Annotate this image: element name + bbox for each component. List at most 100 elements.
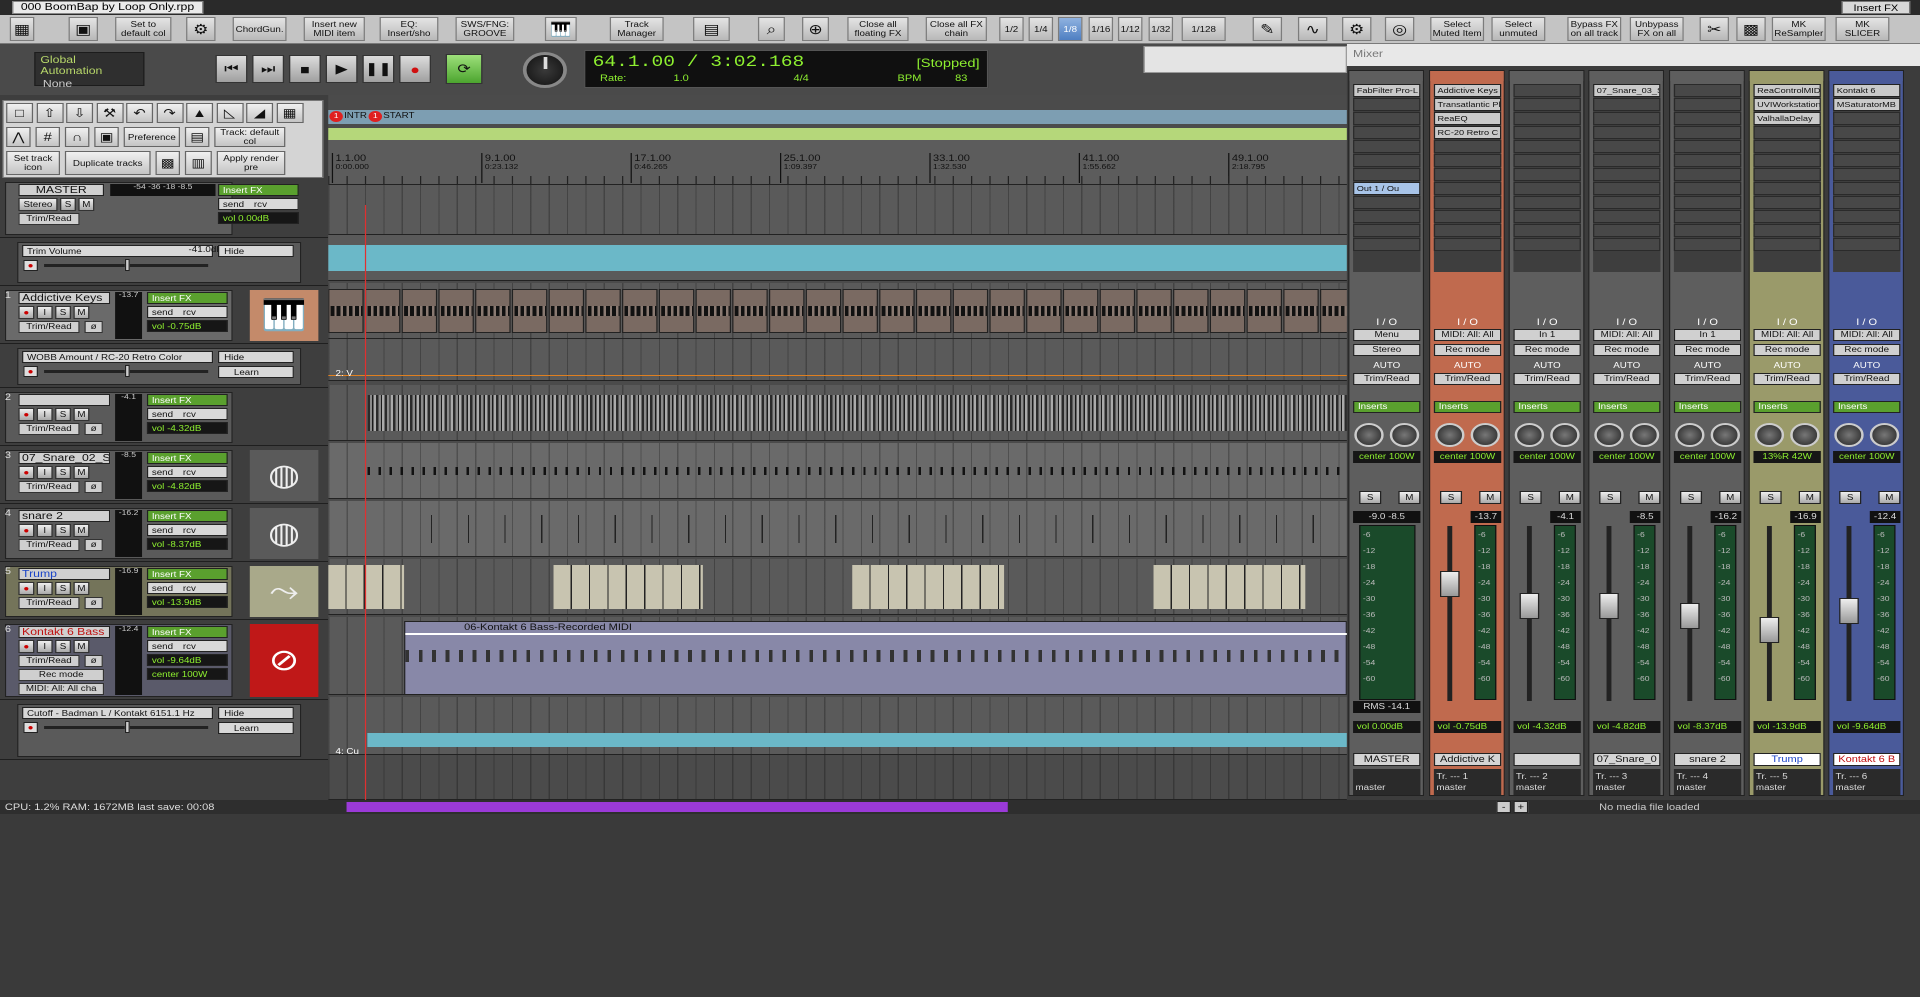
pan-knob[interactable]	[1754, 423, 1785, 447]
send-button[interactable]: send	[152, 526, 173, 535]
inserts-button[interactable]: Inserts	[1593, 401, 1661, 413]
track-lane-2[interactable]	[328, 385, 1347, 441]
peak-readout[interactable]: -4.1	[1550, 511, 1581, 523]
pan-knob[interactable]	[1435, 423, 1465, 447]
render-button[interactable]: ▥	[184, 151, 212, 175]
toolbar-button-19[interactable]: 1/12	[1117, 17, 1143, 41]
envelope-lane-header[interactable]: Cutoff - Badman L / Kontakt 6151.1 Hz Hid…	[0, 702, 329, 760]
zoom-tool-button[interactable]: ⌕	[757, 17, 785, 41]
envelope-arm-button[interactable]: ●	[23, 260, 38, 271]
volume-readout[interactable]: vol -8.37dB	[1673, 721, 1742, 733]
insert-fx-button[interactable]: Insert FX	[146, 394, 228, 406]
insert-fx-button[interactable]: Insert FX	[146, 292, 228, 304]
peak-readout[interactable]: -9.0 -8.5	[1353, 511, 1421, 523]
toolbar-button-21[interactable]: 1/128	[1181, 17, 1226, 41]
fx-slot-empty[interactable]	[1513, 126, 1581, 139]
envelope-learn-button[interactable]: Learn	[217, 722, 294, 734]
bpm-value[interactable]: 83	[955, 73, 967, 83]
fx-slot-empty[interactable]	[1433, 210, 1502, 223]
peak-readout[interactable]: -16.9	[1790, 511, 1821, 523]
fx-slot-empty[interactable]	[1753, 210, 1821, 223]
midi-item[interactable]	[732, 289, 768, 333]
fx-slot-empty[interactable]	[1833, 154, 1901, 167]
fx-slot-empty[interactable]	[1353, 140, 1421, 153]
fx-slot-empty[interactable]	[1833, 140, 1901, 153]
fx-slot-empty[interactable]	[1433, 140, 1502, 153]
volume-fader[interactable]: vol -8.37dB	[146, 538, 228, 550]
automation-mode[interactable]: Trim/Read	[18, 539, 80, 551]
lamp-tool-button[interactable]: ◎	[1384, 17, 1415, 41]
mute-button[interactable]: M	[1798, 491, 1821, 504]
inserts-button[interactable]: Inserts	[1833, 401, 1901, 413]
snap-button[interactable]: ◢	[246, 103, 274, 123]
phase-button[interactable]: ø	[84, 655, 103, 667]
insert-fx-button[interactable]: Insert FX	[217, 184, 299, 196]
width-knob[interactable]	[1629, 423, 1660, 447]
phase-button[interactable]: ø	[84, 423, 103, 435]
color-tool-button[interactable]: ▣	[68, 17, 98, 41]
fx-slot-empty[interactable]	[1593, 224, 1661, 237]
fx-slot-empty[interactable]	[1353, 168, 1421, 181]
master-track[interactable]: MASTER -54 -36 -18 -8.5 Stereo S M Trim/Read I…	[0, 180, 329, 238]
mute-button[interactable]: M	[1479, 491, 1502, 504]
track-name[interactable]: Kontakt 6 Bass	[18, 626, 111, 638]
zoom-in-button[interactable]: +	[1513, 801, 1529, 813]
fx-slot-empty[interactable]	[1593, 210, 1661, 223]
fx-slot-empty[interactable]	[1673, 98, 1742, 111]
rec-mode-select[interactable]: Rec mode	[18, 669, 105, 681]
phase-button[interactable]: ø	[84, 321, 103, 333]
width-knob[interactable]	[1550, 423, 1580, 447]
marker-start[interactable]: 1 START	[368, 111, 414, 122]
volume-fader-knob[interactable]	[1440, 571, 1460, 597]
automation-mode[interactable]: Trim/Read	[1353, 373, 1421, 385]
routing-box[interactable]: Tr. --- 2 master	[1513, 769, 1581, 795]
fx-slot-empty[interactable]	[1833, 112, 1901, 125]
grid2-button[interactable]: #	[35, 127, 61, 147]
midi-item[interactable]	[842, 289, 878, 333]
fx-slot-empty[interactable]	[1593, 168, 1661, 181]
fx-list[interactable]: Addictive Keys Transatlantic Pl ReaEQ RC-20…	[1433, 84, 1502, 272]
send-rcv[interactable]: send rcv	[146, 306, 228, 318]
envelope-hide-button[interactable]: Hide	[217, 707, 294, 719]
track-lane-trump[interactable]	[328, 559, 1347, 615]
track-header[interactable]: 5 Trump -16.9 ● I S M Trim/Read ø Insert FX send rc…	[0, 564, 329, 620]
fx-list[interactable]	[1673, 84, 1742, 272]
width-knob[interactable]	[1869, 423, 1900, 447]
fx-slot-empty[interactable]	[1833, 126, 1901, 139]
go-end-button[interactable]: ⏭	[252, 55, 285, 83]
redo-button[interactable]: ↷	[156, 103, 184, 123]
fx-slot-empty[interactable]	[1673, 224, 1742, 237]
receive-button[interactable]: rcv	[254, 200, 267, 209]
solo-button[interactable]: S	[1519, 491, 1542, 504]
toolbar-button-20[interactable]: 1/32	[1148, 17, 1174, 41]
input-button[interactable]: I	[36, 640, 53, 653]
reaper-tool-button[interactable]: ▦	[9, 17, 35, 41]
automation-mode[interactable]: Trim/Read	[18, 655, 80, 667]
track-name[interactable]: snare 2	[18, 510, 111, 522]
audio-item-group[interactable]	[553, 565, 703, 609]
waveform-tool-button[interactable]: ∿	[1297, 17, 1328, 41]
fx-slot-empty[interactable]	[1673, 154, 1742, 167]
mute-button[interactable]: M	[73, 306, 90, 319]
inserts-button[interactable]: Inserts	[1433, 401, 1502, 413]
empty-lane[interactable]	[328, 755, 1347, 800]
track-icon-slot[interactable]	[250, 392, 319, 443]
strip-name[interactable]: Addictive K	[1433, 753, 1502, 766]
midi-item-kontakt[interactable]: 06-Kontakt 6 Bass-Recorded MIDI	[404, 621, 1347, 694]
marker-intro[interactable]: 1 INTR	[329, 111, 367, 122]
send-rcv[interactable]: send rcv	[146, 640, 228, 652]
send-button[interactable]: send	[223, 200, 244, 209]
fx-slot-empty[interactable]	[1753, 154, 1821, 167]
envelope-band[interactable]	[367, 733, 1347, 747]
repeat-button[interactable]: ⟳	[445, 54, 483, 84]
phase-button[interactable]: ø	[84, 481, 103, 493]
toolbar-button-17[interactable]: 1/8	[1057, 17, 1083, 41]
solo-button[interactable]: S	[55, 408, 72, 421]
ripple-button[interactable]: ◺	[216, 103, 244, 123]
pan-readout[interactable]: center 100W	[1513, 451, 1581, 463]
envelope-hide-button[interactable]: Hide	[217, 351, 294, 363]
midi-item[interactable]	[879, 289, 915, 333]
inserts-button[interactable]: Inserts	[1753, 401, 1821, 413]
fx-slot-empty[interactable]	[1593, 140, 1661, 153]
strip-name[interactable]: snare 2	[1673, 753, 1742, 766]
